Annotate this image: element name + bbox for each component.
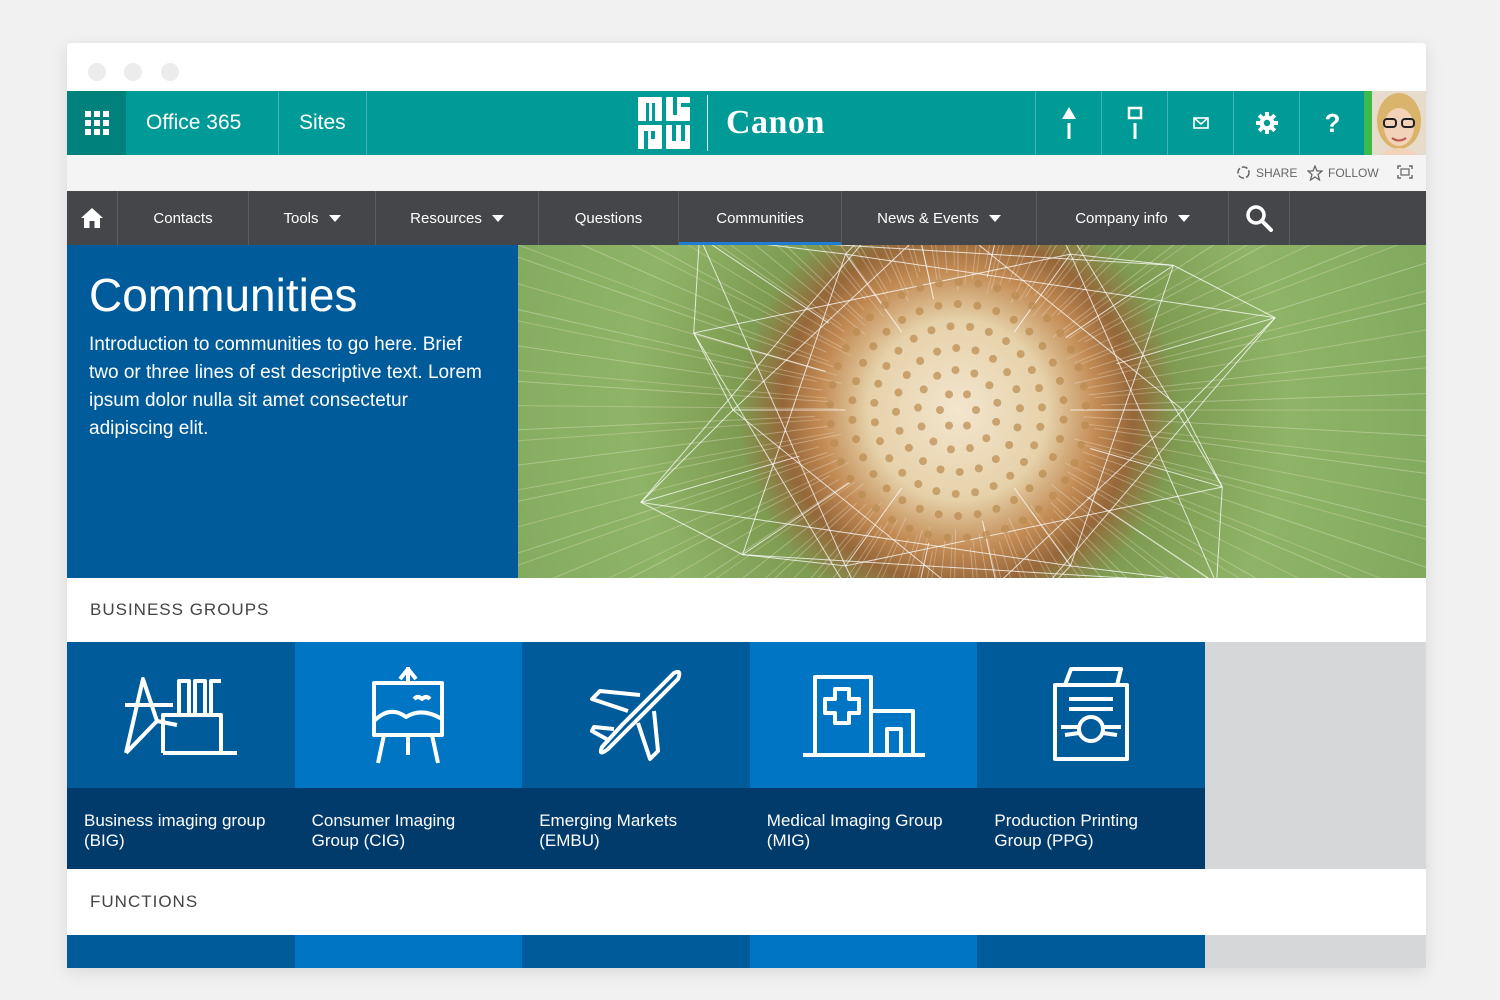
window-dot-maximize[interactable] (161, 63, 179, 81)
nav-item-news-events[interactable]: News & Events (842, 191, 1037, 245)
help-glyph: ? (1324, 107, 1341, 138)
business-groups-heading: BUSINESS GROUPS (67, 578, 1426, 642)
dandelion-seedhead-image (518, 245, 1426, 578)
tile-filler (1204, 642, 1426, 869)
nav-item-label: News & Events (877, 209, 979, 227)
function-tile[interactable] (522, 935, 750, 968)
airplane-icon (522, 642, 750, 788)
tile-label: Emerging Markets (EMBU) (522, 788, 750, 869)
user-avatar[interactable] (1372, 91, 1426, 155)
suite-bar: Office 365 Sites Canon ? (67, 91, 1426, 155)
sites-link[interactable]: Sites (279, 91, 367, 155)
search-icon[interactable] (1229, 191, 1290, 245)
function-tile[interactable] (977, 935, 1205, 968)
browser-window: Office 365 Sites Canon ? SHARE FOLLOW Co… (67, 43, 1426, 968)
nav-item-label: Communities (716, 209, 804, 227)
hero-text-panel: Communities Introduction to communities … (67, 245, 518, 578)
window-dot-minimize[interactable] (124, 63, 142, 81)
follow-label: FOLLOW (1328, 166, 1379, 180)
business-groups-tiles: Business imaging group (BIG) Consumer Im… (67, 642, 1426, 869)
share-icon (1237, 166, 1250, 179)
nav-item-label: Company info (1075, 209, 1168, 227)
nav-item-questions[interactable]: Questions (539, 191, 679, 245)
caret-down-icon (491, 214, 504, 222)
window-dot-close[interactable] (88, 63, 106, 81)
tile-business-imaging[interactable]: Business imaging group (BIG) (67, 642, 295, 869)
factory-icon (67, 642, 295, 788)
office-365-link[interactable]: Office 365 (126, 91, 279, 155)
nav-item-communities[interactable]: Communities (679, 191, 842, 245)
mru-logo (638, 97, 690, 149)
tile-filler (1204, 935, 1426, 968)
share-button[interactable]: SHARE (1236, 165, 1297, 180)
nav-item-tools[interactable]: Tools (249, 191, 376, 245)
easel-icon (294, 642, 523, 788)
tile-label: Medical Imaging Group (MIG) (749, 788, 978, 869)
printed-document-icon (977, 642, 1205, 788)
suite-bar-icons: ? (1035, 91, 1365, 155)
focus-icon[interactable] (1397, 165, 1413, 179)
function-tile[interactable] (67, 935, 295, 968)
brand-area: Canon (637, 91, 825, 155)
function-tile[interactable] (294, 935, 523, 968)
nav-item-company-info[interactable]: Company info (1037, 191, 1229, 245)
caret-down-icon (988, 214, 1001, 222)
nav-item-contacts[interactable]: Contacts (118, 191, 249, 245)
canon-logo-text: Canon (726, 104, 825, 141)
share-label: SHARE (1256, 165, 1298, 180)
hero-banner: Communities Introduction to communities … (67, 245, 1426, 578)
tile-label: Business imaging group (BIG) (67, 788, 295, 869)
nav-item-label: Tools (283, 209, 319, 227)
nav-item-label: Contacts (153, 209, 213, 227)
gear-icon[interactable] (1233, 91, 1299, 155)
functions-tiles (67, 935, 1426, 968)
page-title: Communities (89, 269, 358, 321)
action-bar: SHARE FOLLOW (67, 155, 1426, 191)
brand-divider (707, 95, 708, 151)
help-icon[interactable]: ? (1299, 91, 1365, 155)
hero-intro: Introduction to communities to go here. … (89, 334, 482, 439)
tile-emerging-markets[interactable]: Emerging Markets (EMBU) (522, 642, 750, 869)
flag-icon[interactable] (1101, 91, 1167, 155)
top-navigation: Contacts Tools Resources Questions Commu… (67, 191, 1426, 245)
nav-item-label: Resources (410, 209, 482, 227)
home-icon[interactable] (67, 191, 118, 245)
mail-icon[interactable] (1167, 91, 1233, 155)
presence-indicator (1364, 91, 1372, 155)
functions-heading: FUNCTIONS (67, 869, 1426, 935)
tile-label: Consumer Imaging Group (CIG) (294, 788, 523, 869)
waffle-icon[interactable] (67, 91, 126, 155)
caret-down-icon (1177, 214, 1190, 222)
star-icon (1307, 165, 1323, 181)
nav-item-label: Questions (574, 209, 643, 227)
tile-label: Production Printing Group (PPG) (977, 788, 1205, 869)
caret-down-icon (328, 214, 341, 222)
nav-item-resources[interactable]: Resources (376, 191, 539, 245)
tile-production-printing[interactable]: Production Printing Group (PPG) (977, 642, 1205, 869)
function-tile[interactable] (749, 935, 978, 968)
tile-medical-imaging[interactable]: Medical Imaging Group (MIG) (749, 642, 978, 869)
pin-icon[interactable] (1035, 91, 1101, 155)
tile-consumer-imaging[interactable]: Consumer Imaging Group (CIG) (294, 642, 523, 869)
follow-button[interactable]: FOLLOW (1307, 165, 1379, 181)
hospital-icon (749, 642, 978, 788)
window-chrome (67, 43, 1426, 91)
